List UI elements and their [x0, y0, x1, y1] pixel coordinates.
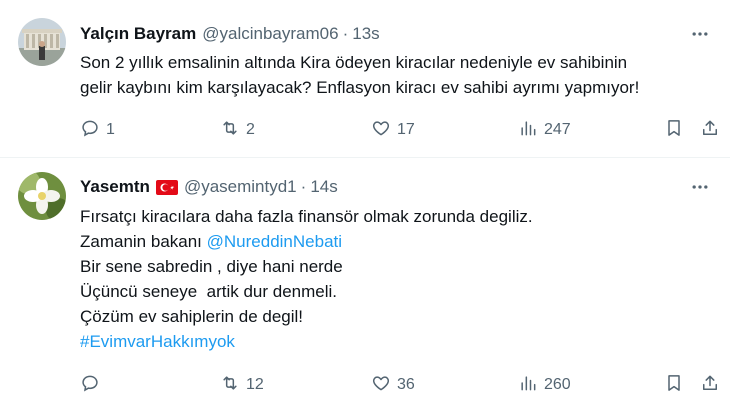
- tweet-text: Fırsatçı kiracılara daha fazla finansör …: [80, 204, 710, 354]
- tweet[interactable]: Yasemtn @yasemintyd1 · 14s Fırsatçı kira…: [0, 159, 730, 420]
- view-count: 247: [544, 121, 571, 138]
- retweet-icon: [220, 373, 240, 398]
- more-icon[interactable]: [688, 22, 712, 46]
- views-button[interactable]: 260: [518, 372, 571, 398]
- retweet-button[interactable]: 12: [220, 372, 264, 398]
- reply-icon: [80, 373, 100, 398]
- reply-count: 1: [106, 121, 115, 138]
- bookmark-icon: [664, 118, 684, 143]
- retweet-button[interactable]: 2: [220, 117, 255, 143]
- tweet-header: Yalçın Bayram @yalcinbayram06 · 13s: [80, 22, 380, 46]
- reply-button[interactable]: 1: [80, 117, 115, 143]
- like-button[interactable]: 17: [371, 117, 415, 143]
- action-bar: 12 36 260: [80, 372, 720, 398]
- retweet-count: 12: [246, 376, 264, 393]
- timestamp[interactable]: 13s: [352, 24, 379, 44]
- bookmark-button[interactable]: [664, 117, 684, 143]
- tweet-text-line: Üçüncü seneye artik dur denmeli.: [80, 282, 338, 301]
- mention-link[interactable]: @NureddinNebati: [207, 232, 342, 251]
- line-text: Zamanin bakanı: [80, 232, 207, 251]
- avatar[interactable]: [18, 18, 66, 66]
- heart-icon: [371, 118, 391, 143]
- hashtag-link[interactable]: #EvimvarHakkımyok: [80, 329, 710, 354]
- reply-button[interactable]: [80, 372, 106, 398]
- heart-icon: [371, 373, 391, 398]
- retweet-icon: [220, 118, 240, 143]
- tweet[interactable]: Yalçın Bayram @yalcinbayram06 · 13s Son …: [0, 0, 730, 158]
- turkey-flag-icon: [155, 179, 178, 195]
- author-name[interactable]: Yalçın Bayram: [80, 24, 196, 44]
- like-count: 36: [397, 376, 415, 393]
- action-bar: 1 2 17 247: [80, 117, 720, 143]
- avatar[interactable]: [18, 172, 66, 220]
- like-count: 17: [397, 121, 415, 138]
- tweet-text-line: Fırsatçı kiracılara daha fazla finansör …: [80, 207, 533, 226]
- reply-icon: [80, 118, 100, 143]
- view-count: 260: [544, 376, 571, 393]
- share-icon: [700, 118, 720, 143]
- more-icon[interactable]: [688, 175, 712, 199]
- views-icon: [518, 373, 538, 398]
- bookmark-icon: [664, 373, 684, 398]
- tweet-text-line: Zamanin bakanı @NureddinNebati: [80, 229, 710, 254]
- bookmark-button[interactable]: [664, 372, 684, 398]
- tweet-text: Son 2 yıllık emsalinin altında Kira ödey…: [80, 50, 710, 100]
- timestamp[interactable]: 14s: [310, 177, 337, 197]
- separator: ·: [342, 24, 349, 43]
- tweet-header: Yasemtn @yasemintyd1 · 14s: [80, 175, 338, 199]
- author-handle[interactable]: @yasemintyd1: [184, 177, 297, 197]
- author-name[interactable]: Yasemtn: [80, 177, 150, 197]
- views-icon: [518, 118, 538, 143]
- views-button[interactable]: 247: [518, 117, 571, 143]
- tweet-text-line: Bir sene sabredin , diye hani nerde: [80, 257, 343, 276]
- tweet-text-line: gelir kaybını kim karşılayacak? Enflasyo…: [80, 78, 640, 97]
- like-button[interactable]: 36: [371, 372, 415, 398]
- share-button[interactable]: [700, 117, 720, 143]
- tweet-text-line: Çözüm ev sahiplerin de degil!: [80, 307, 304, 326]
- separator: ·: [300, 177, 307, 196]
- share-icon: [700, 373, 720, 398]
- share-button[interactable]: [700, 372, 720, 398]
- author-handle[interactable]: @yalcinbayram06: [202, 24, 338, 44]
- tweet-text-line: Son 2 yıllık emsalinin altında Kira ödey…: [80, 53, 628, 72]
- retweet-count: 2: [246, 121, 255, 138]
